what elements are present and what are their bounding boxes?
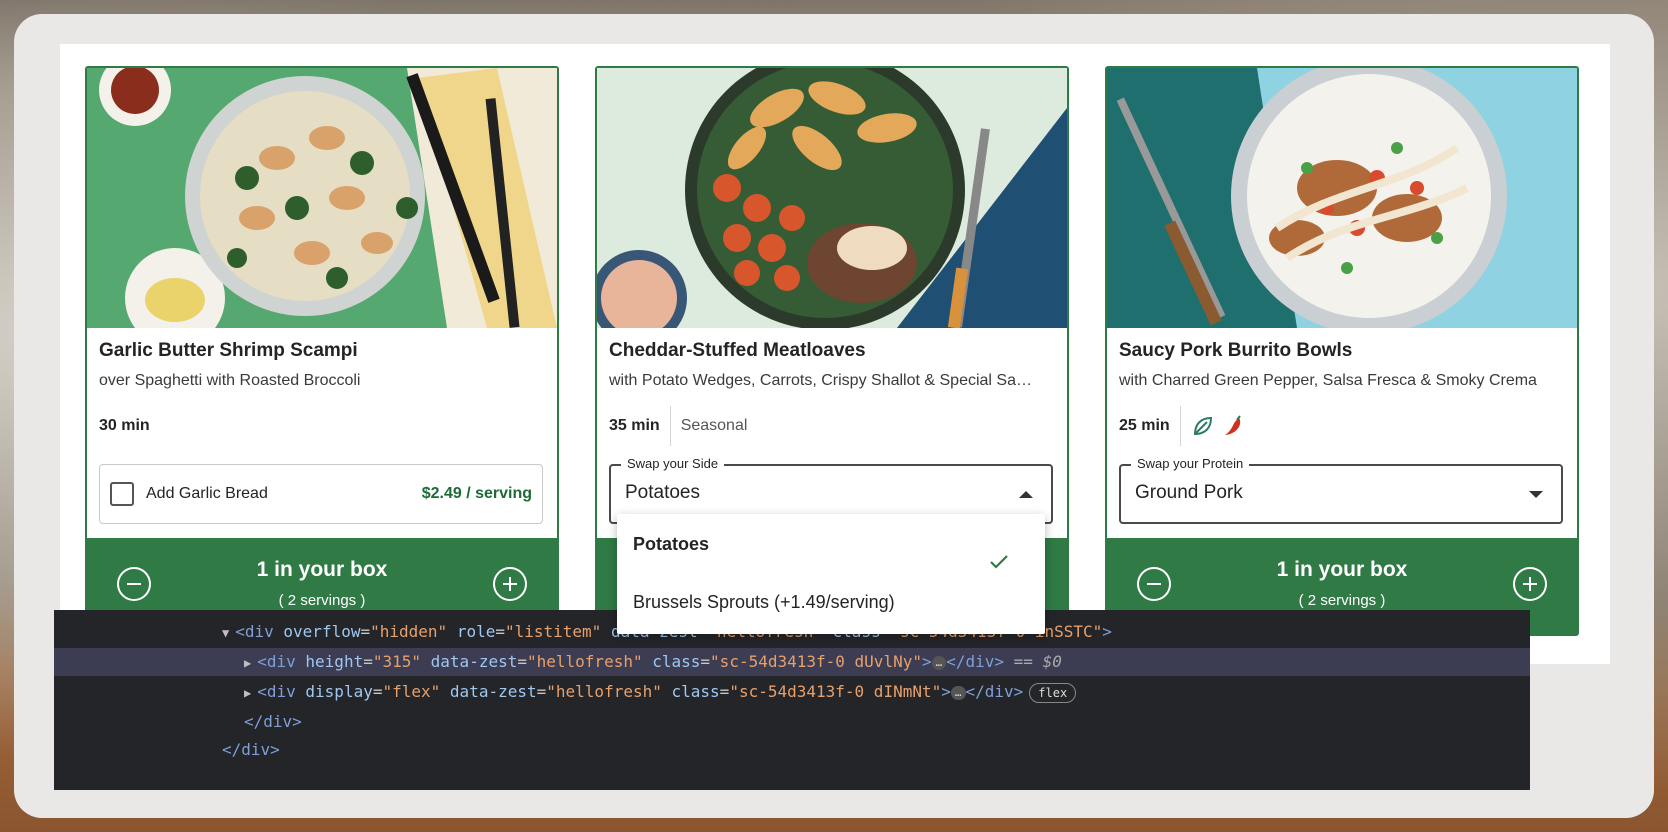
divider [1179, 406, 1181, 446]
value: "hellofresh" [546, 682, 662, 701]
recipe-title[interactable]: Cheddar-Stuffed Meatloaves [609, 340, 866, 362]
tag: <div [257, 652, 296, 671]
tag: > [1102, 622, 1112, 641]
recipe-photo [87, 68, 557, 328]
cook-time: 35 min [609, 417, 660, 434]
plus-icon [503, 577, 517, 591]
leaf-icon [1191, 414, 1215, 438]
devtools-elements-panel: ▼ <div overflow="hidden" role="listitem" … [54, 610, 1530, 790]
addon-price: $2.49 / serving [421, 485, 532, 502]
box-count: 1 in your box [256, 558, 388, 581]
recipe-card-shrimp-scampi[interactable]: Garlic Butter Shrimp Scampi over Spaghet… [85, 66, 559, 636]
collapsed-ellipsis[interactable]: … [931, 655, 947, 670]
value: "hidden" [370, 622, 448, 641]
swap-label: Swap your Side [621, 456, 725, 471]
cook-time: 25 min [1119, 417, 1170, 434]
swap-selected-value: Ground Pork [1135, 482, 1243, 503]
option-brussels-sprouts[interactable]: Brussels Sprouts (+1.49/serving) [633, 592, 1029, 613]
caret-down-icon [1529, 491, 1543, 498]
servings-label: ( 2 servings ) [278, 592, 366, 609]
increase-button[interactable] [1513, 567, 1547, 601]
value: "sc-54d3413f-0 dINmNt" [729, 682, 942, 701]
closing-tag: </div> [244, 712, 302, 731]
recipe-meta: 35 min Seasonal [609, 406, 747, 446]
recipe-subtitle: with Potato Wedges, Carrots, Crispy Shal… [609, 372, 1032, 389]
attr: display [305, 682, 373, 701]
value: "listitem" [504, 622, 602, 641]
attr: class [652, 652, 701, 671]
tag: <div [257, 682, 296, 701]
recipe-title[interactable]: Garlic Butter Shrimp Scampi [99, 340, 358, 362]
tag: <div [235, 622, 274, 641]
collapsed-ellipsis[interactable]: … [950, 685, 966, 700]
attr: height [305, 652, 364, 671]
recipe-card-meatloaves[interactable]: Cheddar-Stuffed Meatloaves with Potato W… [595, 66, 1069, 636]
recipe-subtitle: with Charred Green Pepper, Salsa Fresca … [1119, 372, 1537, 389]
cook-time: 30 min [99, 417, 150, 434]
recipe-card-burrito-bowls[interactable]: Saucy Pork Burrito Bowls with Charred Gr… [1105, 66, 1579, 636]
recipe-grid: Garlic Butter Shrimp Scampi over Spaghet… [60, 44, 1610, 664]
value: "315" [372, 652, 422, 671]
seasonal-tag: Seasonal [680, 417, 748, 434]
increase-button[interactable] [493, 567, 527, 601]
selected-marker: == $0 [1013, 652, 1062, 671]
option-label: Potatoes [633, 534, 710, 554]
recipe-meta: 25 min [1119, 406, 1251, 446]
expand-down-icon[interactable]: ▼ [222, 626, 229, 640]
plus-icon [1523, 577, 1537, 591]
expand-right-icon[interactable]: ▶ [244, 686, 251, 700]
recipe-photo [1107, 68, 1577, 328]
recipe-meta: 30 min [99, 406, 160, 446]
dom-node-flex[interactable]: ▶ <div display="flex" data-zest="hellofre… [244, 678, 1077, 706]
attr: data-zest [430, 652, 518, 671]
option-potatoes[interactable]: Potatoes [633, 534, 1029, 569]
tag: </div> [965, 682, 1024, 701]
divider [669, 406, 671, 446]
tag: </div> [946, 652, 1005, 671]
value: "sc-54d3413f-0 dUvlNy" [710, 652, 922, 671]
tag: > [941, 682, 951, 701]
checkmark-icon [990, 555, 1008, 569]
closing-tag: </div> [222, 740, 280, 759]
recipe-title[interactable]: Saucy Pork Burrito Bowls [1119, 340, 1352, 362]
option-label: Brussels Sprouts (+1.49/serving) [633, 592, 895, 612]
flex-badge[interactable]: flex [1029, 682, 1077, 703]
dom-node-selected[interactable]: ▶ <div height="315" data-zest="hellofresh… [54, 648, 1530, 676]
box-count: 1 in your box [1276, 558, 1408, 581]
caret-up-icon [1019, 491, 1033, 498]
addon-checkbox[interactable] [110, 482, 134, 506]
attr: class [671, 682, 720, 701]
addon-label: Add Garlic Bread [146, 485, 268, 502]
tag: > [921, 652, 932, 671]
recipe-photo [597, 68, 1067, 328]
addon-option[interactable]: Add Garlic Bread $2.49 / serving [99, 464, 543, 524]
attr: overflow [283, 622, 361, 641]
recipe-subtitle: over Spaghetti with Roasted Broccoli [99, 372, 361, 389]
attr: role [456, 622, 496, 641]
servings-label: ( 2 servings ) [1298, 592, 1386, 609]
swap-protein-select[interactable]: Swap your Protein Ground Pork [1119, 456, 1563, 524]
swap-label: Swap your Protein [1131, 456, 1250, 471]
attr: data-zest [449, 682, 537, 701]
swap-selected-value: Potatoes [625, 482, 700, 503]
value: "flex" [382, 682, 441, 701]
expand-right-icon[interactable]: ▶ [244, 656, 251, 670]
chili-pepper-icon [1221, 414, 1245, 438]
screenshot-frame: Garlic Butter Shrimp Scampi over Spaghet… [14, 14, 1654, 818]
swap-side-dropdown: Potatoes Brussels Sprouts (+1.49/serving… [617, 514, 1045, 634]
value: "hellofresh" [527, 652, 643, 671]
